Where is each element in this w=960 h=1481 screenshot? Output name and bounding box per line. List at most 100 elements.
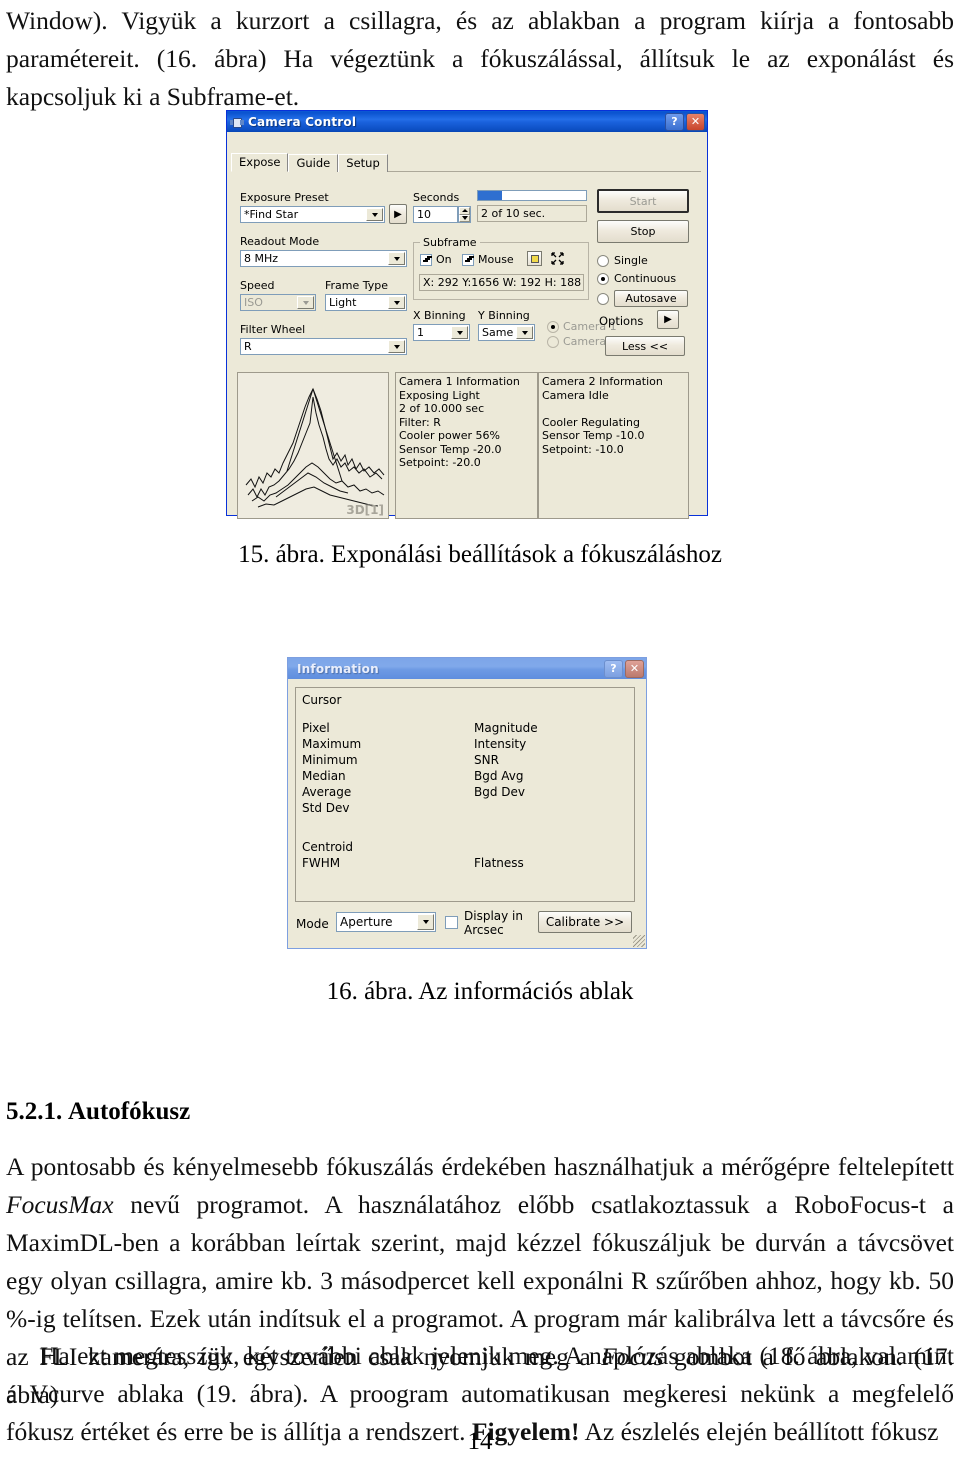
chevron-down-icon[interactable] — [516, 326, 533, 339]
mode-continuous-row[interactable]: Continuous — [597, 272, 676, 285]
camera2-information-text: Camera 2 Information Camera Idle Cooler … — [542, 375, 663, 456]
x-binning-value: 1 — [417, 326, 424, 339]
field-median: Median — [302, 769, 346, 783]
help-icon[interactable]: ? — [604, 659, 623, 678]
progress-status-box: 2 of 10 sec. — [477, 205, 587, 222]
options-arrow-button[interactable]: ▶ — [657, 310, 679, 329]
information-title: Information — [297, 661, 379, 676]
field-std-dev: Std Dev — [302, 801, 350, 815]
tab-expose[interactable]: Expose — [231, 153, 289, 172]
expand-arrows-icon — [551, 252, 564, 265]
graph-label: 3D[1] — [346, 503, 384, 517]
subframe-select-icon[interactable] — [527, 251, 542, 266]
mode-single-radio[interactable] — [597, 254, 609, 267]
readout-mode-value: 8 MHz — [244, 252, 279, 265]
subframe-on-checkbox[interactable] — [420, 253, 432, 266]
information-readout-panel: Cursor Pixel Maximum Minimum Median Aver… — [295, 687, 635, 902]
field-average: Average — [302, 785, 352, 799]
seconds-value: 10 — [417, 208, 431, 221]
close-icon[interactable]: ✕ — [686, 112, 705, 131]
page-number: 14 — [467, 1428, 493, 1455]
field-magnitude: Magnitude — [474, 721, 538, 735]
play-icon: ▶ — [664, 314, 672, 325]
seconds-stepper[interactable] — [458, 206, 471, 223]
camera-control-body: Expose Guide Setup Exposure Preset *Find… — [227, 132, 707, 519]
frame-type-label: Frame Type — [325, 279, 389, 292]
right-field-list: Magnitude Intensity SNR Bgd Avg Bgd Dev — [474, 720, 538, 800]
readout-mode-combo[interactable]: 8 MHz — [240, 250, 407, 267]
figure-16-caption: 16. ábra. Az információs ablak — [326, 978, 634, 1005]
left-field-list: Pixel Maximum Minimum Median Average Std… — [302, 720, 361, 816]
3d-profile-plot — [245, 387, 385, 508]
camera-control-tabs[interactable]: Expose Guide Setup — [231, 152, 701, 172]
seconds-label: Seconds — [413, 191, 460, 204]
filter-wheel-combo[interactable]: R — [240, 338, 407, 355]
subframe-group: Subframe On Mouse X: 292 Y:1656 W: 192 H… — [413, 236, 589, 300]
less-button-label: Less << — [621, 339, 669, 353]
y-binning-value: Same — [482, 326, 514, 339]
calibrate-button[interactable]: Calibrate >> — [538, 911, 632, 933]
exposure-preset-combo[interactable]: *Find Star — [240, 206, 385, 223]
stepper-down-icon[interactable] — [459, 214, 470, 222]
calibrate-button-label: Calibrate >> — [545, 915, 625, 929]
tab-setup[interactable]: Setup — [338, 154, 388, 172]
exposure-progress-bar — [477, 190, 587, 201]
camera-control-titlebar[interactable]: Camera Control ? ✕ — [227, 111, 707, 132]
chevron-down-icon[interactable] — [388, 340, 405, 353]
section-number: 5.2.1. — [6, 1098, 63, 1125]
chevron-down-icon[interactable] — [388, 252, 405, 265]
start-button-label: Start — [629, 194, 657, 208]
cursor-label: Cursor — [302, 693, 342, 707]
mode-combo[interactable]: Aperture — [336, 912, 436, 932]
mode-single-label: Single — [614, 254, 648, 267]
tab-guide[interactable]: Guide — [288, 154, 339, 172]
less-button[interactable]: Less << — [605, 336, 685, 356]
mode-continuous-radio[interactable] — [597, 272, 609, 285]
autosave-button-label: Autosave — [625, 292, 677, 305]
speed-label: Speed — [240, 279, 275, 292]
filter-wheel-value: R — [244, 340, 252, 353]
camera1-radio — [547, 320, 559, 333]
field-snr: SNR — [474, 753, 499, 767]
chevron-down-icon[interactable] — [366, 208, 383, 221]
help-icon[interactable]: ? — [665, 112, 684, 131]
filter-wheel-label: Filter Wheel — [240, 323, 306, 336]
preset-go-button[interactable]: ▶ — [389, 204, 407, 224]
x-binning-combo[interactable]: 1 — [413, 324, 470, 341]
display-arcsec-checkbox[interactable] — [445, 916, 458, 929]
star-profile-graph[interactable]: 3D[1] — [237, 372, 389, 519]
field-intensity: Intensity — [474, 737, 527, 751]
frame-type-combo[interactable]: Light — [325, 294, 407, 311]
x-binning-label: X Binning — [413, 309, 466, 322]
y-binning-combo[interactable]: Same — [478, 324, 535, 341]
camera1-information-panel: Camera 1 Information Exposing Light 2 of… — [395, 372, 538, 519]
mode-autosave-radio[interactable] — [597, 292, 609, 305]
subframe-fullframe-icon[interactable] — [550, 251, 565, 266]
stop-button[interactable]: Stop — [597, 220, 689, 243]
seconds-input[interactable]: 10 — [413, 206, 458, 223]
field-bgd-avg: Bgd Avg — [474, 769, 524, 783]
information-window[interactable]: Information ? ✕ Cursor Pixel Maximum Min… — [287, 657, 647, 949]
top-paragraph: Window). Vigyük a kurzort a csillagra, é… — [6, 6, 954, 111]
fwhm-label: FWHM — [302, 856, 341, 870]
mode-autosave-row[interactable]: Autosave — [597, 290, 688, 307]
subframe-group-label: Subframe — [420, 236, 480, 249]
autosave-button[interactable]: Autosave — [614, 290, 688, 307]
chevron-down-icon[interactable] — [451, 326, 468, 339]
flatness-label: Flatness — [474, 856, 524, 870]
camera-control-title: Camera Control — [248, 114, 357, 129]
section-heading: 5.2.1. Autofókusz — [6, 1098, 954, 1126]
close-icon[interactable]: ✕ — [625, 659, 644, 678]
camera-control-window[interactable]: Camera Control ? ✕ Expose Guide Setup Ex… — [226, 110, 708, 519]
options-label[interactable]: Options — [599, 314, 643, 328]
mode-single-row[interactable]: Single — [597, 254, 648, 267]
start-button[interactable]: Start — [597, 189, 689, 213]
resize-gripper[interactable] — [633, 935, 645, 947]
chevron-down-icon[interactable] — [388, 296, 405, 309]
centroid-label: Centroid — [302, 840, 354, 854]
camera1-information-text: Camera 1 Information Exposing Light 2 of… — [399, 375, 520, 469]
subframe-mouse-checkbox[interactable] — [462, 253, 474, 266]
information-titlebar[interactable]: Information ? ✕ — [288, 658, 646, 679]
stepper-up-icon[interactable] — [459, 207, 470, 215]
chevron-down-icon[interactable] — [417, 914, 434, 930]
